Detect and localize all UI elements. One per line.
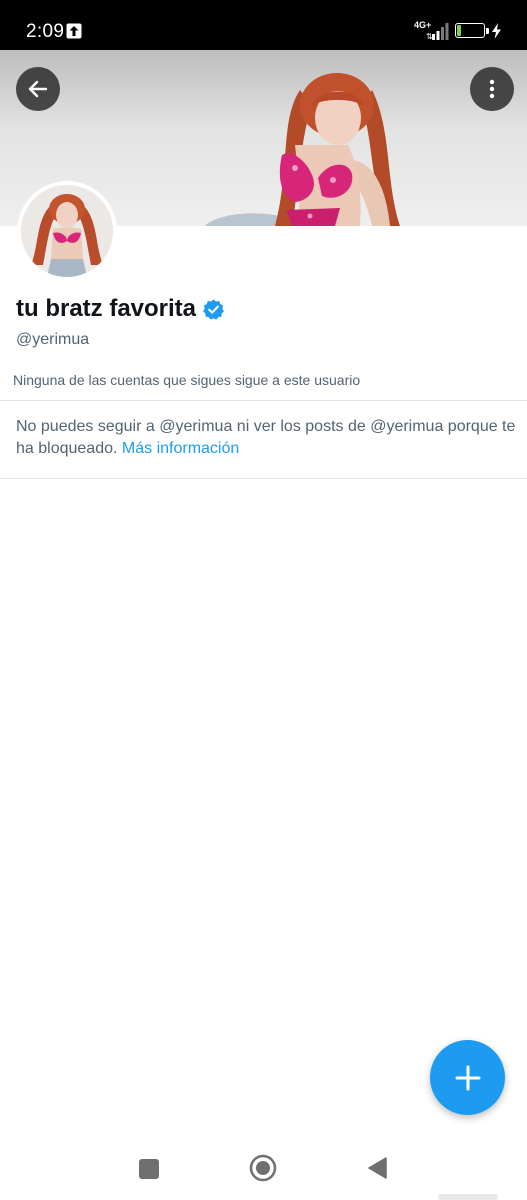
- blocked-message: No puedes seguir a @yerimua ni ver los p…: [16, 416, 516, 460]
- followers-you-know-note: Ninguna de las cuentas que sigues sigue …: [13, 372, 361, 388]
- arrow-left-icon: [28, 80, 48, 98]
- signal-icon: ⇅: [426, 23, 449, 40]
- svg-text:⇅: ⇅: [426, 32, 433, 40]
- avatar-photo: [21, 185, 113, 277]
- more-options-button[interactable]: [470, 67, 514, 111]
- battery-cap: [486, 28, 489, 34]
- recents-square-icon[interactable]: [138, 1158, 160, 1180]
- charging-icon: [492, 23, 501, 39]
- battery-icon: 22: [455, 23, 485, 38]
- verified-badge-icon[interactable]: [202, 298, 225, 321]
- back-button[interactable]: [16, 67, 60, 111]
- back-triangle-icon[interactable]: [366, 1156, 388, 1180]
- status-time: 2:09: [26, 21, 65, 42]
- display-name: tu bratz favorita: [16, 295, 197, 322]
- plus-icon: [455, 1065, 480, 1090]
- compose-button[interactable]: [430, 1040, 505, 1115]
- gesture-pill: [438, 1194, 498, 1200]
- blocked-message-text: No puedes seguir a @yerimua ni ver los p…: [16, 418, 516, 457]
- divider: [0, 478, 527, 479]
- status-bar: 2:09 4G+ ⇅ 22: [0, 0, 527, 50]
- system-nav-bar: [0, 1135, 527, 1200]
- learn-more-link[interactable]: Más información: [122, 440, 239, 457]
- battery-level: 22: [463, 24, 477, 36]
- display-name-row: tu bratz favorita: [16, 293, 225, 325]
- more-vertical-icon: [489, 79, 495, 99]
- profile-screen: 2:09 4G+ ⇅ 22 tu bratz favorita @yerimua…: [0, 0, 527, 1200]
- home-circle-icon[interactable]: [249, 1154, 277, 1182]
- avatar[interactable]: [17, 181, 117, 281]
- profile-handle: @yerimua: [16, 331, 90, 348]
- divider: [0, 400, 527, 401]
- upload-icon: [66, 23, 82, 39]
